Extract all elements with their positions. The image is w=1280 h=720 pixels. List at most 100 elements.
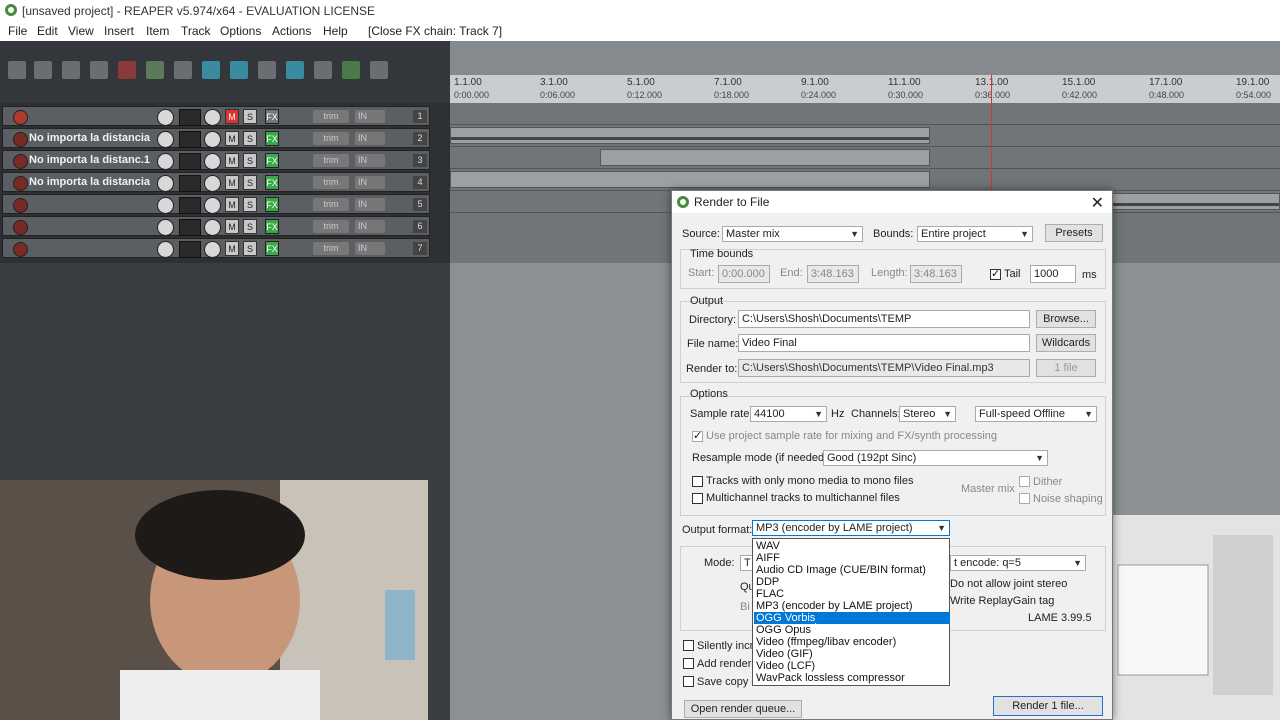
trim-button[interactable]: trim (313, 154, 349, 167)
pan-knob[interactable] (204, 219, 221, 236)
presets-button[interactable]: Presets (1045, 224, 1103, 242)
volume-knob[interactable] (157, 175, 174, 192)
format-option-ddp[interactable]: DDP (754, 576, 950, 588)
solo-button[interactable]: S (243, 175, 257, 190)
route-button[interactable] (179, 109, 201, 126)
use-project-rate-checkbox[interactable] (692, 429, 703, 442)
files-button[interactable]: 1 file (1036, 359, 1096, 377)
source-select[interactable]: Master mix ▼ (722, 226, 863, 242)
format-option-audio-cd[interactable]: Audio CD Image (CUE/BIN format) (754, 564, 950, 576)
route-button[interactable] (179, 153, 201, 170)
route-button[interactable] (179, 131, 201, 148)
render-speed-select[interactable]: Full-speed Offline ▼ (975, 406, 1097, 422)
add-rendered-checkbox[interactable] (683, 658, 694, 669)
input-button[interactable]: IN (355, 242, 385, 255)
tail-field[interactable]: 1000 (1030, 265, 1076, 283)
format-option-wav[interactable]: WAV (754, 540, 950, 552)
project-settings-icon[interactable] (90, 61, 108, 79)
track-name[interactable]: No importa la distancia (29, 132, 155, 145)
track-header[interactable]: M S FX trim IN 7 (2, 238, 430, 258)
record-arm-icon[interactable] (13, 132, 28, 147)
media-item[interactable] (450, 127, 930, 144)
solo-button[interactable]: S (243, 241, 257, 256)
record-arm-icon[interactable] (13, 220, 28, 235)
close-icon[interactable]: ✕ (1091, 193, 1104, 213)
mute-button[interactable]: M (225, 175, 239, 190)
redo-icon[interactable] (146, 61, 164, 79)
menu-edit[interactable]: Edit (37, 24, 58, 38)
track-name[interactable] (29, 198, 155, 211)
record-arm-icon[interactable] (13, 242, 28, 257)
format-option-ogg-opus[interactable]: OGG Opus (754, 624, 950, 636)
volume-knob[interactable] (157, 241, 174, 258)
silently-increment-checkbox[interactable] (683, 640, 694, 651)
mute-button[interactable]: M (225, 219, 239, 234)
format-option-flac[interactable]: FLAC (754, 588, 950, 600)
track-lane[interactable] (450, 169, 1280, 191)
format-option-ogg-vorbis[interactable]: OGG Vorbis (754, 612, 950, 624)
trim-button[interactable]: trim (313, 132, 349, 145)
track-header[interactable]: M S FX trim IN 6 (2, 216, 430, 236)
media-item[interactable] (1110, 193, 1280, 210)
track-header[interactable]: M S FX trim IN 5 (2, 194, 430, 214)
format-option-video-ffmpeg[interactable]: Video (ffmpeg/libav encoder) (754, 636, 950, 648)
record-arm-icon[interactable] (13, 198, 28, 213)
tail-checkbox[interactable] (990, 267, 1001, 280)
save-copy-checkbox[interactable] (683, 676, 694, 687)
volume-knob[interactable] (157, 109, 174, 126)
track-panel-empty-area[interactable] (0, 263, 450, 480)
menu-view[interactable]: View (68, 24, 94, 38)
track-name[interactable] (29, 220, 155, 233)
track-lane[interactable] (450, 125, 1280, 147)
render-button[interactable]: Render 1 file... (993, 696, 1103, 716)
trim-button[interactable]: trim (313, 220, 349, 233)
volume-knob[interactable] (157, 219, 174, 236)
fx-button[interactable]: FX (265, 175, 279, 190)
envelope-icon[interactable] (286, 61, 304, 79)
input-button[interactable]: IN (355, 176, 385, 189)
format-option-mp3[interactable]: MP3 (encoder by LAME project) (754, 600, 950, 612)
track-lane[interactable] (450, 147, 1280, 169)
output-format-select[interactable]: MP3 (encoder by LAME project) ▼ (752, 520, 950, 536)
input-button[interactable]: IN (355, 220, 385, 233)
mute-button[interactable]: M (225, 109, 239, 124)
track-name[interactable]: No importa la distancia (29, 176, 155, 189)
track-lane[interactable] (450, 103, 1280, 125)
format-option-video-lcf[interactable]: Video (LCF) (754, 660, 950, 672)
track-header[interactable]: No importa la distanc.1 M S FX trim IN 3 (2, 150, 430, 170)
encode-select[interactable]: t encode: q=5 ▼ (950, 555, 1086, 571)
multichannel-checkbox[interactable] (692, 493, 703, 504)
length-field[interactable]: 3:48.163 (910, 265, 962, 283)
menu-insert[interactable]: Insert (104, 24, 134, 38)
fx-button[interactable]: FX (265, 131, 279, 146)
resample-select[interactable]: Good (192pt Sinc) ▼ (823, 450, 1048, 466)
volume-knob[interactable] (157, 153, 174, 170)
pan-knob[interactable] (204, 153, 221, 170)
track-header[interactable]: M S FX trim IN 1 (2, 106, 430, 126)
menu-options[interactable]: Options (220, 24, 261, 38)
format-option-wavpack[interactable]: WavPack lossless compressor (754, 672, 950, 684)
wildcards-button[interactable]: Wildcards (1036, 334, 1096, 352)
new-project-icon[interactable] (8, 61, 26, 79)
solo-button[interactable]: S (243, 197, 257, 212)
track-header[interactable]: No importa la distancia M S FX trim IN 4 (2, 172, 430, 192)
fx-button[interactable]: FX (265, 153, 279, 168)
fx-button[interactable]: FX (265, 241, 279, 256)
mute-button[interactable]: M (225, 197, 239, 212)
input-button[interactable]: IN (355, 132, 385, 145)
record-arm-icon[interactable] (13, 154, 28, 169)
trim-button[interactable]: trim (313, 110, 349, 123)
media-item[interactable] (600, 149, 930, 166)
trim-button[interactable]: trim (313, 198, 349, 211)
record-arm-icon[interactable] (13, 176, 28, 191)
browse-button[interactable]: Browse... (1036, 310, 1096, 328)
track-name[interactable] (29, 242, 155, 255)
fx-button[interactable]: FX (265, 109, 279, 124)
pan-knob[interactable] (204, 131, 221, 148)
menu-item[interactable]: Item (146, 24, 169, 38)
noise-shaping-checkbox[interactable] (1019, 493, 1030, 504)
track-name[interactable] (29, 110, 155, 123)
track-header[interactable]: No importa la distancia M S FX trim IN 2 (2, 128, 430, 148)
track-name[interactable]: No importa la distanc.1 (29, 154, 155, 167)
trim-button[interactable]: trim (313, 176, 349, 189)
